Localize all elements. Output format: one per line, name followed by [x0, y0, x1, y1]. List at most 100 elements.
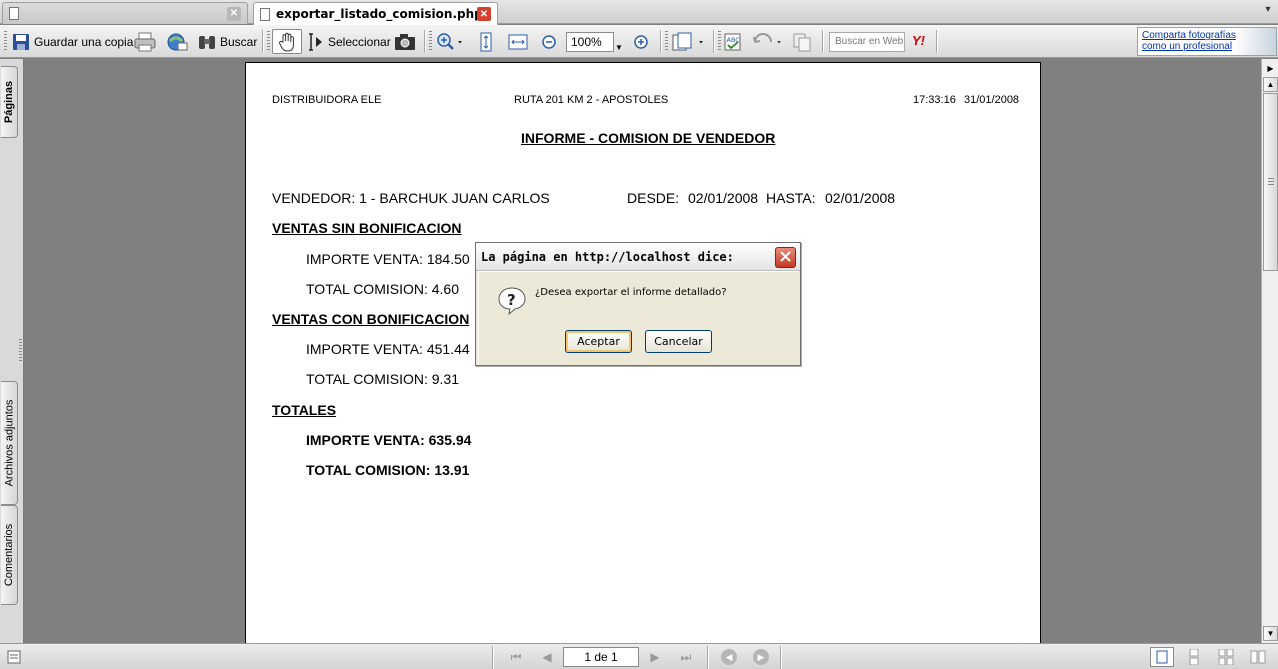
- from-label: DESDE:: [627, 190, 680, 206]
- status-separator: [780, 646, 782, 669]
- status-separator: [707, 646, 709, 669]
- snapshot-icon: [394, 32, 416, 52]
- first-page-icon[interactable]: ⏮: [506, 648, 526, 666]
- undo-icon: [752, 32, 784, 52]
- toolbar-grip[interactable]: [665, 31, 668, 51]
- report-date: 31/01/2008: [964, 94, 1020, 106]
- question-icon: ?: [497, 286, 527, 319]
- search-button[interactable]: Buscar: [197, 29, 257, 54]
- sales-amount: IMPORTE VENTA: 451.44: [306, 341, 470, 357]
- scroll-up-button[interactable]: ▲: [1263, 77, 1278, 92]
- page-size-button[interactable]: [4, 647, 24, 667]
- toolbar-separator: [262, 30, 264, 53]
- zoom-in-icon: [436, 32, 462, 52]
- snapshot-button[interactable]: [394, 29, 416, 54]
- select-text-icon: [306, 32, 324, 52]
- tab-pages[interactable]: Páginas: [1, 66, 18, 138]
- browser-tab-strip: ✕ exportar_listado_comision.php (... ✕ ▾: [0, 0, 1278, 25]
- close-icon: [780, 250, 791, 265]
- vendor-line: VENDEDOR: 1 - BARCHUK JUAN CARLOS: [272, 190, 550, 206]
- tab-attachments[interactable]: Archivos adjuntos: [1, 381, 18, 505]
- binoculars-icon: [197, 33, 217, 51]
- dialog-title: La página en http://localhost dice:: [481, 250, 734, 264]
- dialog-message: ¿Desea exportar el informe detallado?: [535, 287, 727, 298]
- to-label: HASTA:: [766, 190, 816, 206]
- zoom-dropdown-button[interactable]: ▼: [615, 35, 623, 60]
- zoom-level-input[interactable]: 100%: [566, 32, 614, 52]
- close-tab-icon[interactable]: ✕: [477, 7, 491, 21]
- single-page-layout-button[interactable]: [1150, 647, 1174, 667]
- cancel-button[interactable]: Cancelar: [645, 330, 712, 353]
- previous-page-icon[interactable]: ◀: [537, 648, 557, 666]
- status-bar: ⏮ ◀ 1 de 1 ▶ ⏭ ◀ ▶: [0, 643, 1278, 669]
- zoom-in-button[interactable]: [633, 29, 649, 54]
- tab-title: exportar_listado_comision.php (...: [276, 7, 477, 21]
- dialog-body: ? ¿Desea exportar el informe detallado? …: [478, 271, 798, 364]
- copy-button[interactable]: [792, 29, 812, 54]
- select-tool-button[interactable]: Seleccionar: [306, 29, 391, 54]
- dialog-close-button[interactable]: [775, 247, 796, 268]
- ad-line2: como un profesional: [1142, 41, 1233, 52]
- accept-button[interactable]: Aceptar: [565, 330, 632, 353]
- toolbar-grip[interactable]: [267, 31, 270, 51]
- zoom-in-tool-button[interactable]: [436, 29, 462, 54]
- document-icon: [260, 7, 270, 21]
- fit-height-button[interactable]: [478, 29, 494, 54]
- spellcheck-button[interactable]: ABC: [723, 29, 743, 54]
- panel-resize-grip[interactable]: [19, 339, 22, 361]
- scroll-down-button[interactable]: ▼: [1263, 626, 1278, 641]
- commission-total: TOTAL COMISION: 4.60: [306, 281, 460, 297]
- ad-banner[interactable]: Comparta fotografías como un profesional: [1137, 27, 1277, 56]
- vertical-scrollbar[interactable]: ▶ ▲ ▼: [1261, 59, 1278, 643]
- save-copy-label: Guardar una copia: [34, 34, 134, 49]
- company-address: RUTA 201 KM 2 - APOSTOLES: [514, 94, 669, 106]
- forward-icon[interactable]: ▶: [753, 649, 769, 665]
- fit-width-button[interactable]: [508, 29, 528, 54]
- to-date: 02/01/2008: [825, 190, 896, 206]
- spellcheck-icon: ABC: [723, 32, 743, 52]
- search-label: Buscar: [220, 34, 258, 49]
- company-name: DISTRIBUIDORA ELE: [272, 94, 382, 106]
- close-tab-icon[interactable]: ✕: [227, 6, 241, 21]
- tab-comments[interactable]: Comentarios: [1, 505, 18, 605]
- section-heading: VENTAS SIN BONIFICACION: [272, 220, 462, 236]
- hand-icon: [278, 32, 296, 52]
- print-icon: [134, 32, 156, 52]
- tab-list-button[interactable]: ▾: [1261, 4, 1275, 20]
- web-search-input[interactable]: Buscar en Web: [829, 32, 905, 52]
- chevron-down-icon: ▼: [615, 43, 623, 52]
- yahoo-logo[interactable]: Y!: [912, 33, 925, 48]
- rotate-pages-icon: [671, 32, 705, 52]
- from-date: 02/01/2008: [688, 190, 759, 206]
- hand-tool-button[interactable]: [272, 29, 302, 54]
- continuous-layout-button[interactable]: [1182, 647, 1206, 667]
- facing-layout-button[interactable]: [1246, 647, 1270, 667]
- toolbar-grip[interactable]: [4, 31, 7, 51]
- rotate-pages-button[interactable]: [671, 29, 705, 54]
- navigation-side-panel: Páginas Archivos adjuntos Comentarios: [0, 59, 24, 643]
- sales-amount: IMPORTE VENTA: 184.50: [306, 251, 470, 267]
- last-page-icon[interactable]: ⏭: [676, 648, 696, 666]
- scroll-thumb[interactable]: [1263, 93, 1278, 271]
- back-icon[interactable]: ◀: [721, 649, 737, 665]
- facing-continuous-layout-button[interactable]: [1214, 647, 1238, 667]
- dialog-title-bar[interactable]: La página en http://localhost dice:: [476, 243, 800, 271]
- tab-attachments-label: Archivos adjuntos: [3, 399, 16, 487]
- save-icon: [12, 33, 30, 51]
- toolbar-grip[interactable]: [429, 31, 432, 51]
- page-number-input[interactable]: 1 de 1: [563, 647, 639, 667]
- acrobat-toolbar: Guardar una copia Buscar Seleccionar 100…: [0, 25, 1278, 58]
- next-page-icon[interactable]: ▶: [645, 648, 665, 666]
- section-heading: VENTAS CON BONIFICACION: [272, 311, 470, 327]
- toolbar-grip[interactable]: [718, 31, 721, 51]
- toolbar-separator: [936, 30, 938, 53]
- save-copy-button[interactable]: Guardar una copia: [12, 29, 133, 54]
- browser-tab-inactive[interactable]: ✕: [2, 2, 248, 24]
- zoom-out-button[interactable]: [541, 29, 557, 54]
- panel-expand-arrow[interactable]: ▶: [1263, 61, 1278, 76]
- undo-button[interactable]: [752, 29, 784, 54]
- browser-tab-active[interactable]: exportar_listado_comision.php (... ✕: [253, 2, 498, 25]
- section-heading: TOTALES: [272, 402, 337, 418]
- email-button[interactable]: [166, 29, 188, 54]
- print-button[interactable]: [134, 29, 156, 54]
